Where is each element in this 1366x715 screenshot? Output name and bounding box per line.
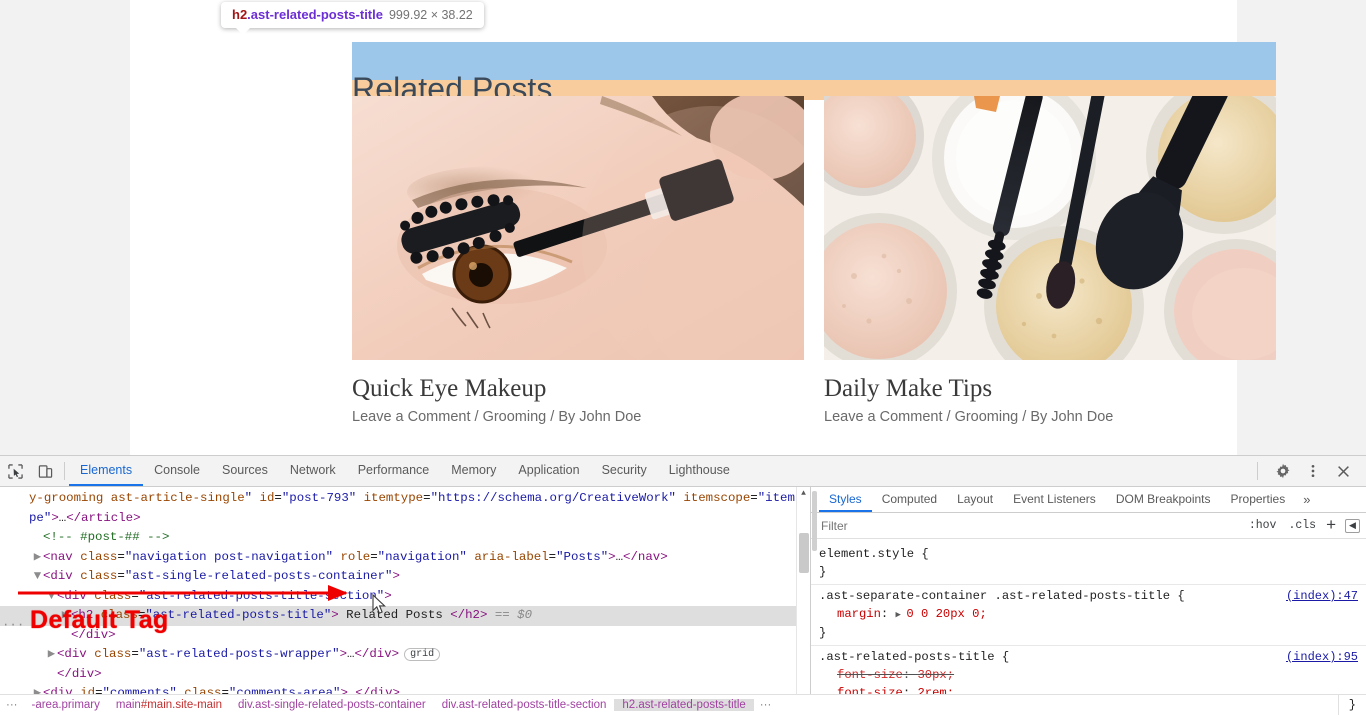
- dom-node-row[interactable]: </div>: [0, 665, 810, 685]
- css-property-name[interactable]: font-size: [837, 668, 903, 682]
- post-thumbnail-makeup-products[interactable]: [824, 96, 1276, 360]
- related-post-card[interactable]: Quick Eye Makeup Leave a Comment / Groom…: [352, 96, 804, 425]
- kebab-menu-icon[interactable]: [1298, 463, 1328, 479]
- breadcrumb-items: -area.primary main#main.site-main div.ast-…: [24, 695, 754, 715]
- dom-node-row[interactable]: pe">…</article>: [0, 509, 810, 529]
- dom-tree-scrollbar[interactable]: ▲ ▼: [796, 487, 810, 715]
- device-toolbar-icon[interactable]: [30, 456, 60, 486]
- styles-tab-layout[interactable]: Layout: [947, 487, 1003, 512]
- styles-tab-styles[interactable]: Styles: [819, 487, 872, 512]
- css-selector[interactable]: element.style {: [819, 545, 1358, 563]
- dom-node-row[interactable]: ▶ <div class="ast-related-posts-wrapper">…: [0, 645, 810, 665]
- css-rule[interactable]: element.style {}: [811, 543, 1366, 584]
- breadcrumb-item[interactable]: h2.ast-related-posts-title: [614, 699, 754, 711]
- css-rule-source-link[interactable]: (index):95: [1286, 648, 1358, 666]
- tooltip-dimensions: 999.92 × 38.22: [388, 8, 473, 22]
- styles-tab-computed[interactable]: Computed: [872, 487, 947, 512]
- post-meta: Leave a Comment / Grooming / By John Doe: [352, 409, 642, 425]
- styles-filter-input[interactable]: [819, 517, 1243, 534]
- breadcrumb-trailing-ellipsis[interactable]: ···: [754, 695, 778, 715]
- css-declaration[interactable]: font-size: 30px;: [819, 666, 1358, 684]
- devtools-tab-application[interactable]: Application: [507, 456, 590, 486]
- disclosure-triangle-icon[interactable]: ▶: [46, 645, 57, 665]
- css-selector[interactable]: .ast-related-posts-title {: [819, 648, 1358, 666]
- scroll-up-icon[interactable]: ▲: [797, 487, 810, 501]
- hov-toggle-button[interactable]: :hov: [1243, 519, 1283, 532]
- devtools-toolbar-right: [1257, 456, 1366, 486]
- shorthand-expander-icon[interactable]: ▶: [896, 610, 907, 620]
- styles-tab-dom-breakpoints[interactable]: DOM Breakpoints: [1106, 487, 1221, 512]
- devtools-toolbar: Elements Console Sources Network Performance…: [0, 456, 1366, 487]
- styles-rules-list: element.style {} (index):47 .ast-separate-…: [811, 539, 1366, 699]
- browser-viewport: Related Posts Quick Eye Makeup Leave a C…: [0, 0, 1366, 455]
- related-post-card[interactable]: Daily Make Tips Leave a Comment / Groomi…: [824, 96, 1276, 425]
- breadcrumb-item[interactable]: main#main.site-main: [108, 699, 230, 711]
- styles-pane: Styles Computed Layout Event Listeners DOM B…: [810, 487, 1366, 715]
- scrollbar-thumb[interactable]: [799, 533, 809, 573]
- css-rule-source-link[interactable]: (index):47: [1286, 587, 1358, 605]
- toolbar-divider: [64, 462, 65, 480]
- dom-node-row[interactable]: y-grooming ast-article-single" id="post-…: [0, 489, 810, 509]
- devtools-tab-performance[interactable]: Performance: [347, 456, 441, 486]
- css-rule[interactable]: (index):95 .ast-related-posts-title {font…: [811, 645, 1366, 699]
- styles-more-tabs-icon[interactable]: »: [1295, 487, 1318, 512]
- gear-icon[interactable]: [1268, 463, 1298, 479]
- styles-tab-event-listeners[interactable]: Event Listeners: [1003, 487, 1106, 512]
- dom-row-overflow-ellipsis[interactable]: ···: [2, 616, 24, 636]
- dom-node-row[interactable]: ▶ <nav class="navigation post-navigation"…: [0, 548, 810, 568]
- computed-sidebar-toggle-icon[interactable]: ◀: [1345, 518, 1360, 533]
- post-title[interactable]: Quick Eye Makeup: [352, 374, 804, 404]
- close-icon[interactable]: [1328, 465, 1358, 478]
- breadcrumb-right-text: }: [1337, 695, 1366, 715]
- annotation-label: Default Tag: [30, 606, 169, 634]
- page-content-sheet: Related Posts Quick Eye Makeup Leave a C…: [130, 0, 1276, 455]
- styles-filter-bar: :hov .cls + ◀: [811, 513, 1366, 539]
- cls-toggle-button[interactable]: .cls: [1282, 519, 1322, 532]
- devtools-tab-strip: Elements Console Sources Network Performance…: [69, 456, 741, 486]
- new-style-rule-button[interactable]: +: [1322, 515, 1340, 535]
- devtools-tab-elements[interactable]: Elements: [69, 456, 144, 486]
- css-property-value[interactable]: 30px;: [917, 668, 954, 682]
- devtools-tab-lighthouse[interactable]: Lighthouse: [658, 456, 741, 486]
- devtools-tab-memory[interactable]: Memory: [440, 456, 507, 486]
- tooltip-selector: .ast-related-posts-title: [247, 7, 383, 22]
- breadcrumb-item[interactable]: div.ast-related-posts-title-section: [434, 699, 615, 711]
- post-thumbnail-eye-makeup[interactable]: [352, 96, 804, 360]
- css-property-value[interactable]: 0 0 20px 0;: [906, 607, 986, 621]
- element-inspector-tooltip: h2.ast-related-posts-title 999.92 × 38.22: [221, 2, 484, 35]
- tooltip-tag-name: h2: [232, 7, 248, 22]
- breadcrumb-item[interactable]: -area.primary: [24, 699, 108, 711]
- css-rule-close-brace: }: [819, 626, 827, 640]
- css-selector[interactable]: .ast-separate-container .ast-related-pos…: [819, 587, 1358, 605]
- devtools-tab-console[interactable]: Console: [143, 456, 211, 486]
- annotation-arrow: [18, 585, 348, 601]
- toolbar-divider-right: [1257, 462, 1258, 480]
- styles-tab-strip: Styles Computed Layout Event Listeners DOM B…: [811, 487, 1366, 513]
- css-declaration[interactable]: margin: ▶ 0 0 20px 0;: [819, 605, 1358, 624]
- devtools-tab-security[interactable]: Security: [591, 456, 658, 486]
- css-property-name[interactable]: margin: [837, 607, 881, 621]
- devtools-tab-network[interactable]: Network: [279, 456, 347, 486]
- mouse-cursor: [372, 594, 386, 614]
- styles-tab-properties[interactable]: Properties: [1221, 487, 1296, 512]
- inspect-cursor-icon[interactable]: [0, 456, 30, 486]
- dom-breadcrumb-bar: ··· -area.primary main#main.site-main div.…: [0, 694, 1366, 715]
- post-title[interactable]: Daily Make Tips: [824, 374, 1276, 404]
- breadcrumb-item[interactable]: div.ast-single-related-posts-container: [230, 699, 434, 711]
- css-rule-close-brace: }: [819, 565, 827, 579]
- devtools-tab-sources[interactable]: Sources: [211, 456, 279, 486]
- disclosure-triangle-icon[interactable]: ▶: [32, 548, 43, 568]
- css-rule[interactable]: (index):47 .ast-separate-container .ast-r…: [811, 584, 1366, 645]
- breadcrumb-leading-ellipsis[interactable]: ···: [0, 695, 24, 715]
- post-meta: Leave a Comment / Grooming / By John Doe: [824, 409, 1114, 425]
- dom-node-row[interactable]: <!-- #post-## -->: [0, 528, 810, 548]
